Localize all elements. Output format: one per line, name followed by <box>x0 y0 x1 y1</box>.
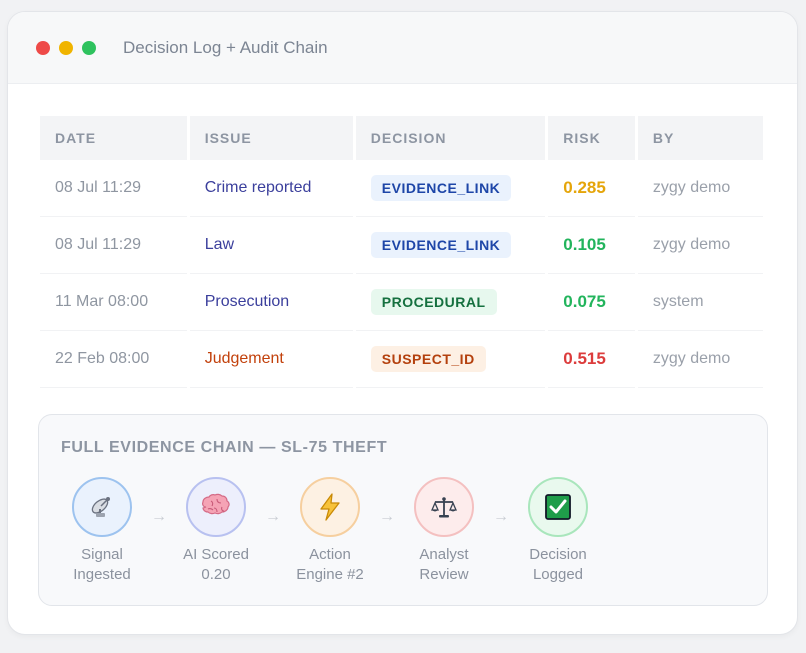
row-issue: Judgement <box>189 331 353 388</box>
column-header-decision: DECISION <box>355 116 546 160</box>
decision-log-table: DATE ISSUE DECISION RISK BY 08 Jul 11:29… <box>40 116 766 388</box>
minimize-window-button[interactable] <box>59 40 73 55</box>
row-issue: Prosecution <box>189 274 353 331</box>
row-date: 08 Jul 11:29 <box>40 160 187 217</box>
row-by: zygy demo <box>637 331 763 388</box>
row-decision-cell: EVIDENCE_LINK <box>355 217 546 274</box>
decision-badge: SUSPECT_ID <box>370 346 486 372</box>
lightning-icon <box>300 477 360 537</box>
chain-step-ai-scored[interactable]: AI Scored 0.20 <box>161 477 271 585</box>
table-row[interactable]: 11 Mar 08:00 Prosecution PROCEDURAL 0.07… <box>40 274 763 331</box>
row-by: zygy demo <box>637 160 763 217</box>
table-header-row: DATE ISSUE DECISION RISK BY <box>40 116 763 160</box>
decision-badge: EVIDENCE_LINK <box>370 232 512 258</box>
column-header-date: DATE <box>40 116 187 160</box>
check-box-icon <box>528 477 588 537</box>
step-label: Action Engine #2 <box>296 546 364 583</box>
row-date: 22 Feb 08:00 <box>40 331 187 388</box>
satellite-dish-icon <box>72 477 132 537</box>
row-decision-cell: PROCEDURAL <box>355 274 546 331</box>
table-row[interactable]: 08 Jul 11:29 Law EVIDENCE_LINK 0.105 zyg… <box>40 217 763 274</box>
decision-badge: PROCEDURAL <box>370 289 497 315</box>
row-by: system <box>637 274 763 331</box>
window-title: Decision Log + Audit Chain <box>123 37 328 57</box>
decision-badge: EVIDENCE_LINK <box>370 175 512 201</box>
row-risk: 0.105 <box>548 217 635 274</box>
row-issue: Law <box>189 217 353 274</box>
row-decision-cell: SUSPECT_ID <box>355 331 546 388</box>
chain-step-analyst-review[interactable]: Analyst Review <box>389 477 499 585</box>
column-header-risk: RISK <box>548 116 635 160</box>
row-risk: 0.515 <box>548 331 635 388</box>
evidence-chain-title: FULL EVIDENCE CHAIN — SL-75 THEFT <box>61 439 388 456</box>
chain-step-signal[interactable]: Signal Ingested <box>47 477 157 585</box>
table-row[interactable]: 08 Jul 11:29 Crime reported EVIDENCE_LIN… <box>40 160 763 217</box>
maximize-window-button[interactable] <box>82 40 96 55</box>
close-window-button[interactable] <box>36 40 50 55</box>
step-label: Decision Logged <box>529 546 587 583</box>
column-header-by: BY <box>637 116 763 160</box>
title-bar: Decision Log + Audit Chain <box>8 12 797 84</box>
row-risk: 0.285 <box>548 160 635 217</box>
row-date: 11 Mar 08:00 <box>40 274 187 331</box>
step-label: AI Scored 0.20 <box>183 546 249 583</box>
brain-icon <box>186 477 246 537</box>
evidence-chain-panel: FULL EVIDENCE CHAIN — SL-75 THEFT Signal… <box>38 414 768 606</box>
step-label: Signal Ingested <box>73 546 131 583</box>
row-by: zygy demo <box>637 217 763 274</box>
chain-step-action-engine[interactable]: Action Engine #2 <box>275 477 385 585</box>
scales-icon <box>414 477 474 537</box>
row-risk: 0.075 <box>548 274 635 331</box>
row-issue: Crime reported <box>189 160 353 217</box>
row-date: 08 Jul 11:29 <box>40 217 187 274</box>
step-label: Analyst Review <box>419 546 469 583</box>
table-row[interactable]: 22 Feb 08:00 Judgement SUSPECT_ID 0.515 … <box>40 331 763 388</box>
column-header-issue: ISSUE <box>189 116 353 160</box>
chain-step-decision-logged[interactable]: Decision Logged <box>503 477 613 585</box>
row-decision-cell: EVIDENCE_LINK <box>355 160 546 217</box>
audit-window: Decision Log + Audit Chain DATE ISSUE DE… <box>7 11 798 635</box>
